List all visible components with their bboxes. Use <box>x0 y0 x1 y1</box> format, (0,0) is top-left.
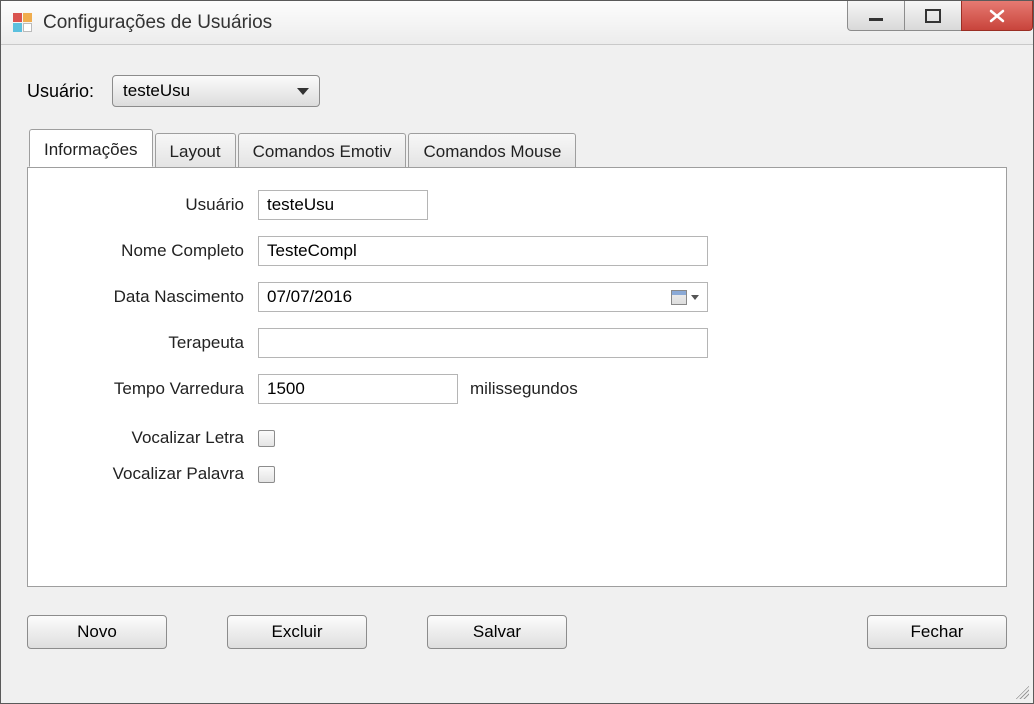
tab-layout[interactable]: Layout <box>155 133 236 168</box>
tempo-varredura-label: Tempo Varredura <box>54 379 244 399</box>
data-nascimento-label: Data Nascimento <box>54 287 244 307</box>
nome-completo-field[interactable] <box>258 236 708 266</box>
row-vocalizar-letra: Vocalizar Letra <box>54 428 980 448</box>
maximize-icon <box>924 9 942 23</box>
button-label: Excluir <box>271 622 322 642</box>
row-nome-completo: Nome Completo <box>54 236 980 266</box>
tab-comandos-emotiv[interactable]: Comandos Emotiv <box>238 133 407 168</box>
minimize-icon <box>867 9 885 23</box>
tempo-varredura-field[interactable] <box>258 374 458 404</box>
tab-informacoes[interactable]: Informações <box>29 129 153 167</box>
button-label: Fechar <box>911 622 964 642</box>
tab-label: Comandos Mouse <box>423 142 561 161</box>
button-row: Novo Excluir Salvar Fechar <box>27 615 1007 649</box>
window-title: Configurações de Usuários <box>43 12 272 34</box>
tab-label: Layout <box>170 142 221 161</box>
excluir-button[interactable]: Excluir <box>227 615 367 649</box>
tabstrip: Informações Layout Comandos Emotiv Coman… <box>29 129 1007 167</box>
row-vocalizar-palavra: Vocalizar Palavra <box>54 464 980 484</box>
window-controls <box>848 1 1033 31</box>
vocalizar-palavra-checkbox[interactable] <box>258 466 275 483</box>
minimize-button[interactable] <box>847 1 905 31</box>
usuario-label: Usuário <box>54 195 244 215</box>
data-nascimento-value: 07/07/2016 <box>267 287 352 307</box>
salvar-button[interactable]: Salvar <box>427 615 567 649</box>
button-label: Salvar <box>473 622 521 642</box>
novo-button[interactable]: Novo <box>27 615 167 649</box>
row-data-nascimento: Data Nascimento 07/07/2016 <box>54 282 980 312</box>
resize-grip[interactable] <box>1013 683 1029 699</box>
vocalizar-palavra-label: Vocalizar Palavra <box>54 464 244 484</box>
data-nascimento-picker[interactable]: 07/07/2016 <box>258 282 708 312</box>
window-frame: Configurações de Usuários Usuário: teste… <box>0 0 1034 704</box>
terapeuta-field[interactable] <box>258 328 708 358</box>
usuario-field[interactable] <box>258 190 428 220</box>
user-combobox[interactable]: testeUsu <box>112 75 320 107</box>
titlebar: Configurações de Usuários <box>1 1 1033 45</box>
client-area: Usuário: testeUsu Informações Layout Com… <box>1 45 1033 703</box>
tab-comandos-mouse[interactable]: Comandos Mouse <box>408 133 576 168</box>
tab-label: Informações <box>44 140 138 159</box>
tab-panel-informacoes: Usuário Nome Completo Data Nascimento 07… <box>27 167 1007 587</box>
terapeuta-label: Terapeuta <box>54 333 244 353</box>
user-selector-label: Usuário: <box>27 81 94 102</box>
close-icon <box>987 9 1007 23</box>
user-combobox-value: testeUsu <box>123 81 190 101</box>
row-usuario: Usuário <box>54 190 980 220</box>
row-terapeuta: Terapeuta <box>54 328 980 358</box>
app-icon <box>13 13 33 33</box>
button-label: Novo <box>77 622 117 642</box>
vocalizar-letra-label: Vocalizar Letra <box>54 428 244 448</box>
maximize-button[interactable] <box>904 1 962 31</box>
calendar-icon <box>671 290 687 305</box>
tab-label: Comandos Emotiv <box>253 142 392 161</box>
nome-completo-label: Nome Completo <box>54 241 244 261</box>
fechar-button[interactable]: Fechar <box>867 615 1007 649</box>
vocalizar-letra-checkbox[interactable] <box>258 430 275 447</box>
row-tempo-varredura: Tempo Varredura milissegundos <box>54 374 980 404</box>
chevron-down-icon <box>691 295 699 300</box>
user-selector-row: Usuário: testeUsu <box>27 75 1007 107</box>
close-button[interactable] <box>961 1 1033 31</box>
chevron-down-icon <box>297 88 309 95</box>
tempo-varredura-unit: milissegundos <box>470 379 578 399</box>
